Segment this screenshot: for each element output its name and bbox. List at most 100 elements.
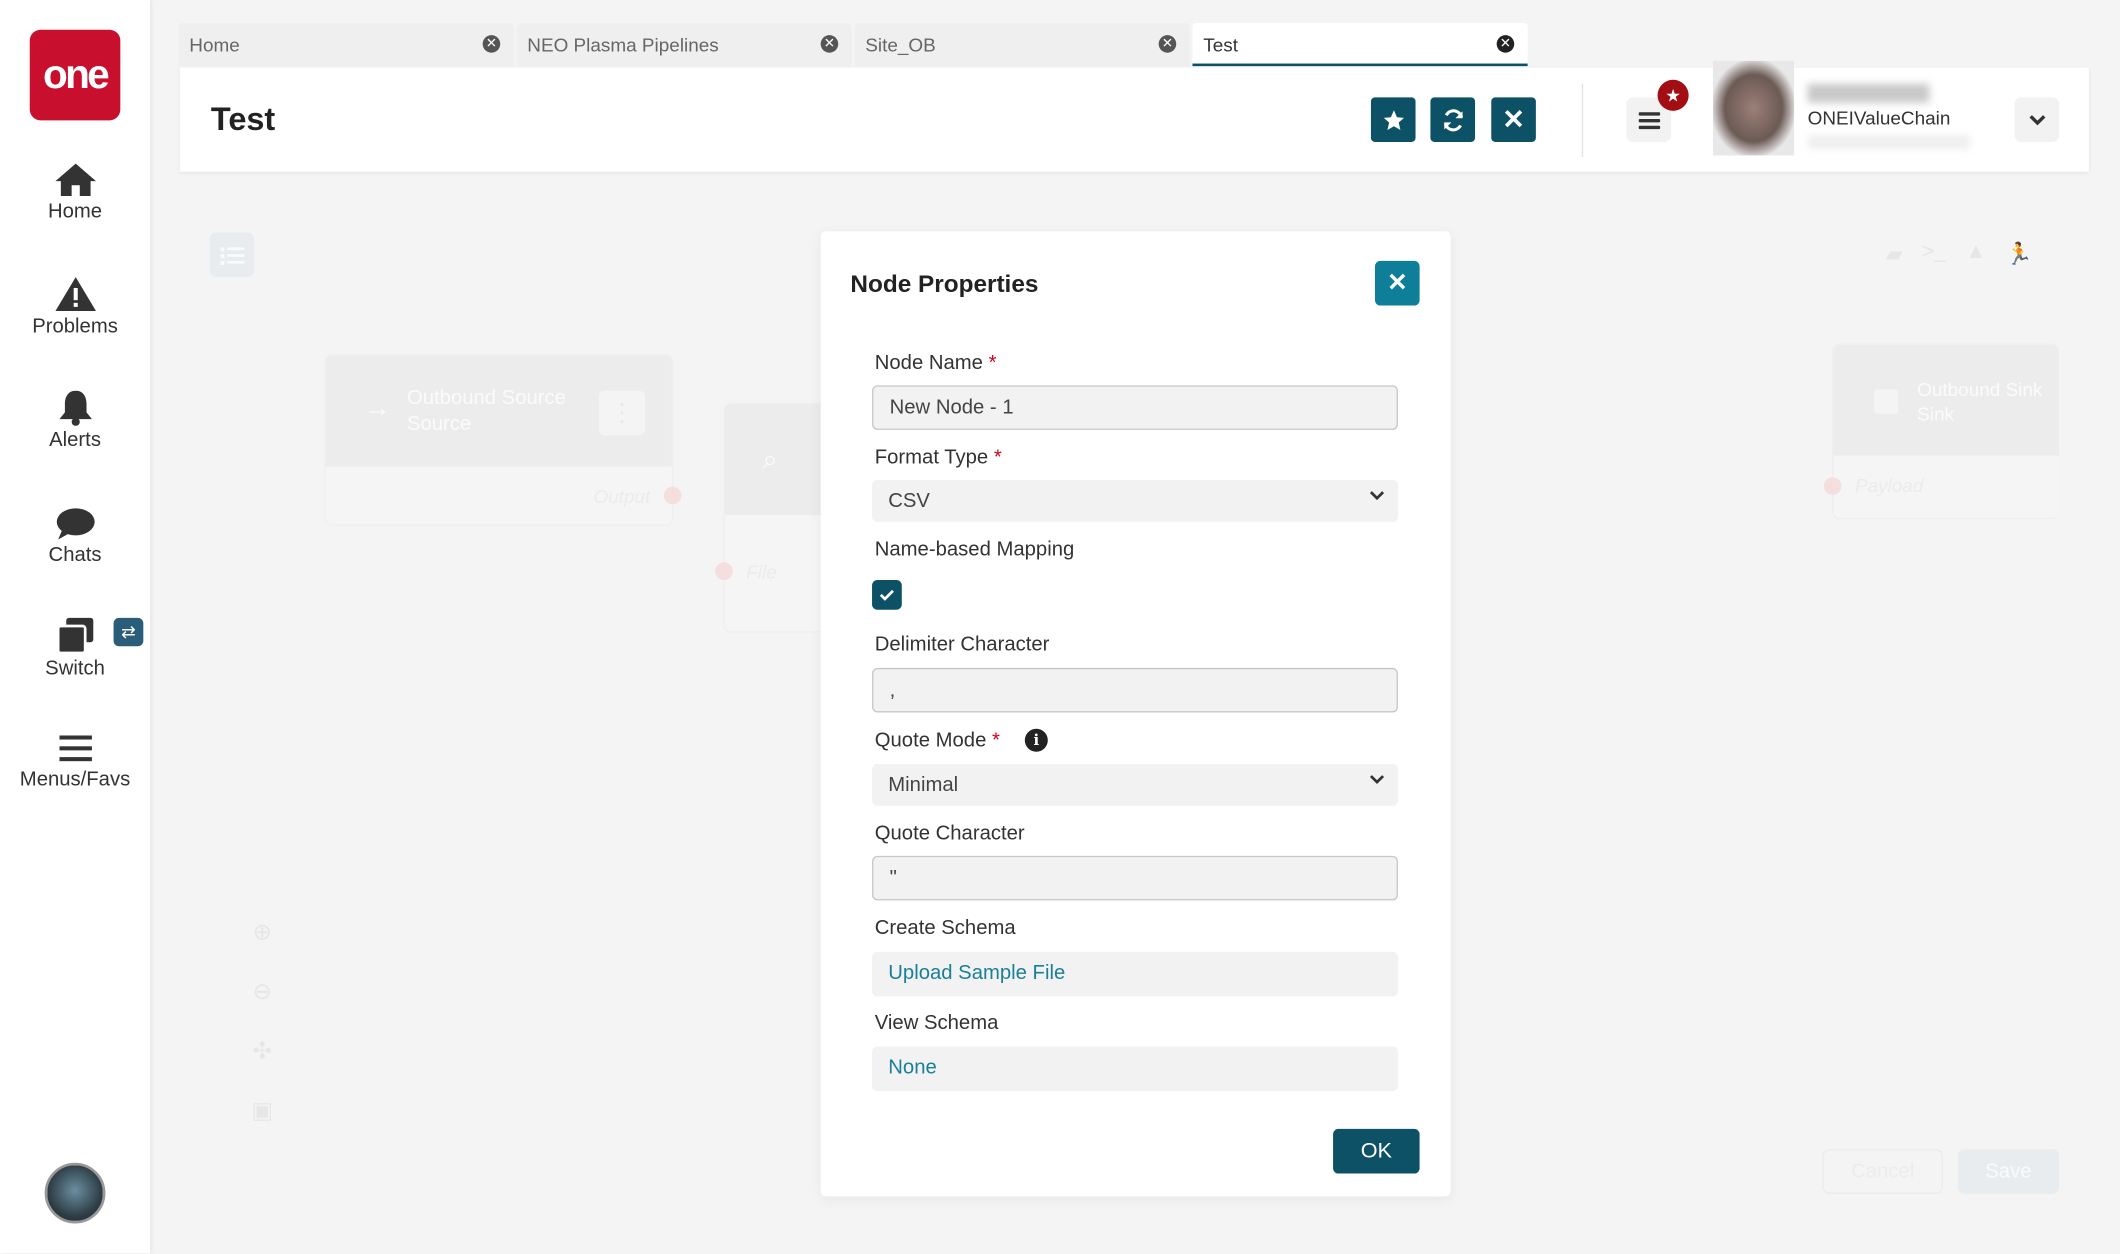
node-name-label: Node Name * [874, 351, 997, 375]
quote-mode-select[interactable]: Minimal [872, 763, 1398, 806]
list-view-button[interactable] [209, 232, 255, 278]
delimiter-input[interactable]: , [872, 667, 1398, 713]
user-org: ONEIValueChain [1807, 106, 1951, 129]
name-mapping-checkbox[interactable] [872, 580, 902, 610]
sidebar-item-label: Problems [32, 315, 118, 338]
view-schema-label: View Schema [874, 1011, 999, 1035]
switch-icon [56, 617, 93, 655]
chevron-down-icon [2028, 114, 2045, 125]
user-avatar[interactable] [1712, 60, 1795, 156]
check-icon [879, 589, 894, 601]
refresh-icon [1443, 108, 1463, 131]
node-title: Outbound Source [406, 386, 566, 410]
sidebar-item-alerts[interactable]: Alerts [0, 389, 150, 452]
sidebar-item-home[interactable]: Home [0, 162, 150, 223]
chat-icon [56, 508, 94, 540]
square-icon [1873, 389, 1899, 414]
sidebar-item-label: Home [47, 200, 103, 224]
tab-neo-plasma-pipelines[interactable]: NEO Plasma Pipelines ✕ [516, 22, 852, 67]
menu-icon [58, 735, 92, 762]
format-type-label: Format Type * [874, 446, 1002, 470]
chevron-down-icon [1369, 775, 1385, 785]
node-outbound-source[interactable]: → Outbound Source Source ⋮ Output [324, 354, 674, 526]
favorite-button[interactable] [1370, 97, 1416, 142]
close-tab-icon[interactable]: ✕ [482, 35, 501, 53]
dialog-title: Node Properties [850, 270, 1039, 298]
favorites-badge-icon: ★ [1657, 79, 1689, 111]
info-icon[interactable]: i [1024, 728, 1048, 752]
home-icon [54, 163, 96, 197]
folder-open-icon[interactable]: ▰ [1886, 241, 1903, 268]
arrow-right-icon: → [363, 393, 391, 424]
brand-logo[interactable]: one [29, 29, 121, 121]
sidebar-item-label: Chats [48, 543, 102, 567]
zoom-out-icon[interactable]: ⊖ [247, 963, 277, 1022]
list-icon [219, 246, 245, 265]
upload-sample-file-link[interactable]: Upload Sample File [888, 961, 1065, 984]
ok-button[interactable]: OK [1333, 1128, 1420, 1174]
kebab-menu-icon[interactable]: ⋮ [598, 390, 645, 436]
assistant-avatar[interactable] [44, 1162, 106, 1224]
tab-site-ob[interactable]: Site_OB ✕ [854, 22, 1190, 67]
sidebar-item-problems[interactable]: Problems [0, 276, 150, 338]
node-subtitle: Source [406, 412, 472, 436]
tab-label: Test [1203, 33, 1239, 56]
mountain-icon[interactable]: ▲ [1965, 241, 1986, 268]
canvas-toolbar: ▰ >_ ▲ 🏃 [1886, 241, 2032, 268]
view-schema-link[interactable]: None [888, 1056, 936, 1079]
sidebar-item-chats[interactable]: Chats [0, 507, 150, 566]
name-mapping-label: Name-based Mapping [874, 538, 1075, 562]
bell-icon [58, 390, 92, 426]
close-tab-icon[interactable]: ✕ [1496, 35, 1515, 53]
close-icon: ✕ [1502, 105, 1525, 136]
sidebar-item-label: Menus/Favs [19, 767, 131, 791]
delimiter-label: Delimiter Character [874, 632, 1050, 656]
quote-char-input[interactable]: " [872, 855, 1398, 901]
node-subtitle: Sink [1917, 402, 1954, 425]
tab-label: Site_OB [865, 33, 936, 56]
dialog-close-button[interactable]: ✕ [1374, 260, 1420, 306]
node-name-input[interactable]: New Node - 1 [872, 385, 1398, 430]
output-port[interactable] [663, 486, 682, 505]
close-icon: ✕ [1387, 269, 1408, 297]
hamburger-icon [1637, 111, 1660, 129]
page-title: Test [210, 101, 276, 138]
fit-icon[interactable]: ✣ [247, 1022, 277, 1081]
file-port[interactable] [715, 562, 733, 581]
terminal-icon[interactable]: >_ [1922, 241, 1947, 268]
sidebar: one Home Problems Alerts Chats Switch ⇄ … [0, 0, 151, 1254]
zoom-in-icon[interactable]: ⊕ [247, 903, 277, 962]
zoom-controls: ⊕ ⊖ ✣ ▣ [247, 903, 277, 1141]
cancel-button[interactable]: Cancel [1822, 1149, 1943, 1194]
sidebar-item-menus-favs[interactable]: Menus/Favs [0, 733, 150, 791]
search-location-icon: ⌕ [762, 444, 778, 475]
payload-port[interactable] [1823, 477, 1842, 495]
user-menu-button[interactable] [2014, 97, 2060, 142]
close-tab-icon[interactable]: ✕ [1158, 35, 1177, 53]
port-label: File [746, 561, 777, 583]
close-tab-icon[interactable]: ✕ [820, 35, 839, 53]
node-title: Outbound Sink [1917, 378, 2043, 401]
create-schema-label: Create Schema [874, 916, 1016, 940]
node-properties-dialog: Node Properties ✕ Node Name * New Node -… [820, 231, 1451, 1197]
close-page-button[interactable]: ✕ [1491, 97, 1536, 142]
node-outbound-sink[interactable]: Outbound Sink Sink Payload [1831, 343, 2060, 520]
refresh-button[interactable] [1430, 97, 1476, 142]
save-button[interactable]: Save [1957, 1149, 2060, 1194]
page-header: Test [179, 67, 2089, 172]
divider [1581, 83, 1584, 157]
node-middle[interactable]: ⌕ [723, 402, 832, 633]
run-icon[interactable]: 🏃 [2006, 241, 2033, 268]
tab-label: NEO Plasma Pipelines [527, 33, 719, 56]
swap-icon[interactable]: ⇄ [113, 617, 144, 647]
quote-char-label: Quote Character [874, 822, 1025, 845]
format-type-select[interactable]: CSV [872, 479, 1398, 522]
lock-icon[interactable]: ▣ [247, 1082, 277, 1141]
port-label: Payload [1854, 474, 1924, 497]
sidebar-item-label: Switch [45, 657, 105, 681]
tab-home[interactable]: Home ✕ [178, 22, 514, 67]
star-icon [1383, 109, 1404, 130]
tab-test[interactable]: Test ✕ [1192, 22, 1528, 67]
warning-icon [54, 277, 96, 311]
tab-label: Home [189, 33, 240, 56]
